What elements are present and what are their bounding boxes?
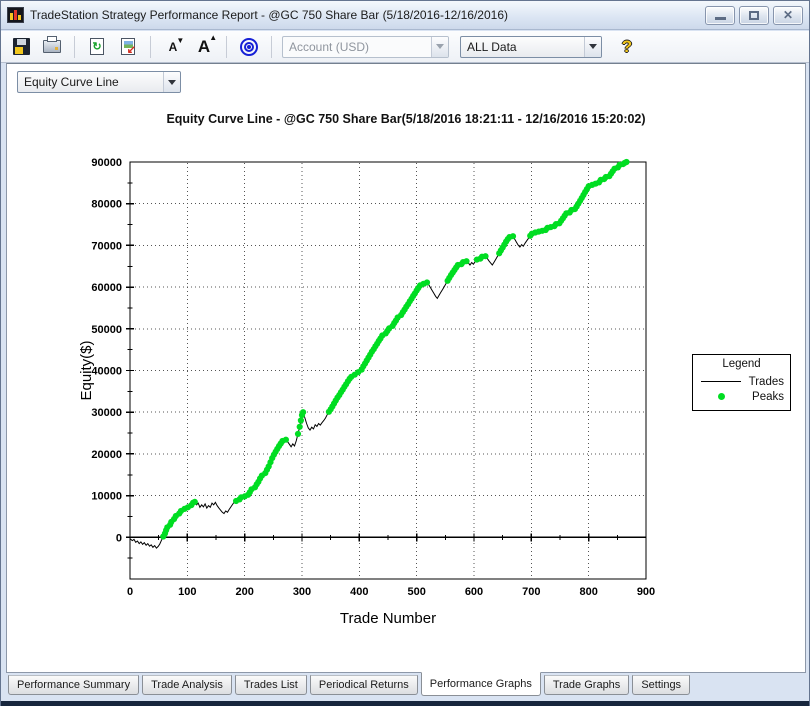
restore-button[interactable]	[739, 5, 769, 25]
titlebar: TradeStation Strategy Performance Report…	[1, 1, 809, 30]
minimize-button[interactable]	[705, 5, 735, 25]
svg-text:30000: 30000	[91, 407, 122, 419]
svg-text:40000: 40000	[91, 366, 122, 378]
app-window: TradeStation Strategy Performance Report…	[0, 0, 810, 706]
format-report-button[interactable]: ↙	[116, 35, 140, 59]
chevron-down-icon	[589, 44, 597, 49]
decrease-font-button[interactable]: A ▼	[161, 35, 185, 59]
legend-title: Legend	[722, 358, 761, 370]
toolbar-separator	[74, 35, 75, 58]
bullseye-button[interactable]	[237, 35, 261, 59]
toolbar: ↻ ↙ A ▼ A ▲ Account (USD) ALL Data ?	[1, 31, 809, 63]
trades-line-swatch	[699, 381, 743, 382]
svg-text:50000: 50000	[91, 324, 122, 336]
print-button[interactable]	[40, 35, 64, 59]
tab-trades-list[interactable]: Trades List	[234, 675, 307, 695]
toolbar-separator	[271, 35, 272, 58]
svg-text:200: 200	[235, 586, 253, 598]
svg-text:500: 500	[407, 586, 425, 598]
window-bottom-border	[1, 701, 809, 706]
minimize-icon	[714, 17, 726, 20]
account-combo[interactable]: Account (USD)	[282, 35, 449, 58]
legend-entry-trades: Trades	[699, 374, 784, 389]
toolbar-separator	[150, 35, 151, 58]
toolbar-separator	[226, 35, 227, 58]
data-range-combo-value: ALL Data	[467, 39, 517, 54]
svg-text:0: 0	[127, 586, 133, 598]
decrease-font-icon: A ▼	[168, 35, 185, 54]
format-report-icon: ↙	[121, 38, 136, 56]
increase-font-icon: A ▲	[197, 32, 218, 56]
svg-text:800: 800	[579, 586, 597, 598]
svg-text:700: 700	[522, 586, 540, 598]
svg-text:60000: 60000	[91, 282, 122, 294]
window-title: TradeStation Strategy Performance Report…	[30, 8, 508, 22]
close-icon: ✕	[782, 8, 794, 22]
svg-text:900: 900	[637, 586, 655, 598]
legend-entry-label: Peaks	[752, 390, 784, 403]
chevron-down-icon	[436, 44, 444, 49]
data-range-combo[interactable]: ALL Data	[460, 35, 602, 58]
svg-text:90000: 90000	[91, 157, 122, 169]
legend: Legend Trades Peaks	[692, 354, 791, 411]
svg-text:80000: 80000	[91, 199, 122, 211]
equity-curve-chart: 0100002000030000400005000060000700008000…	[78, 157, 655, 627]
svg-text:70000: 70000	[91, 240, 122, 252]
bullseye-icon	[240, 37, 258, 56]
report-tabbar: Performance Summary Trade Analysis Trades …	[6, 672, 804, 702]
refresh-icon: ↻	[90, 38, 104, 55]
svg-text:Equity($): Equity($)	[78, 340, 95, 400]
legend-entry-peaks: Peaks	[699, 389, 784, 404]
svg-text:600: 600	[465, 586, 483, 598]
save-icon	[12, 38, 30, 55]
save-button[interactable]	[9, 35, 33, 59]
svg-text:400: 400	[350, 586, 368, 598]
tab-performance-summary[interactable]: Performance Summary	[8, 675, 140, 695]
help-icon: ?	[621, 36, 633, 56]
refresh-button[interactable]: ↻	[85, 35, 109, 59]
help-button[interactable]: ?	[615, 35, 639, 59]
svg-text:10000: 10000	[91, 491, 122, 503]
tab-trade-graphs[interactable]: Trade Graphs	[543, 675, 630, 695]
account-combo-arrow[interactable]	[431, 36, 448, 57]
increase-font-button[interactable]: A ▲	[192, 32, 218, 59]
svg-text:20000: 20000	[91, 449, 122, 461]
app-icon	[7, 7, 24, 23]
tab-periodical-returns[interactable]: Periodical Returns	[309, 675, 418, 695]
tab-performance-graphs[interactable]: Performance Graphs	[420, 672, 541, 696]
chart-panel: Equity Curve Line Equity Curve Line - @G…	[6, 63, 806, 673]
svg-text:300: 300	[293, 586, 311, 598]
svg-text:Trade Number: Trade Number	[340, 610, 436, 627]
svg-text:0: 0	[116, 532, 122, 544]
account-combo-value: Account (USD)	[289, 39, 370, 54]
data-range-combo-arrow[interactable]	[584, 36, 601, 57]
tab-settings[interactable]: Settings	[632, 675, 691, 695]
restore-icon	[749, 10, 759, 20]
print-icon	[43, 36, 61, 53]
peaks-dot-swatch	[699, 393, 743, 400]
svg-text:100: 100	[178, 586, 196, 598]
tab-trade-analysis[interactable]: Trade Analysis	[142, 675, 232, 695]
legend-entry-label: Trades	[748, 375, 784, 388]
close-button[interactable]: ✕	[773, 5, 803, 25]
